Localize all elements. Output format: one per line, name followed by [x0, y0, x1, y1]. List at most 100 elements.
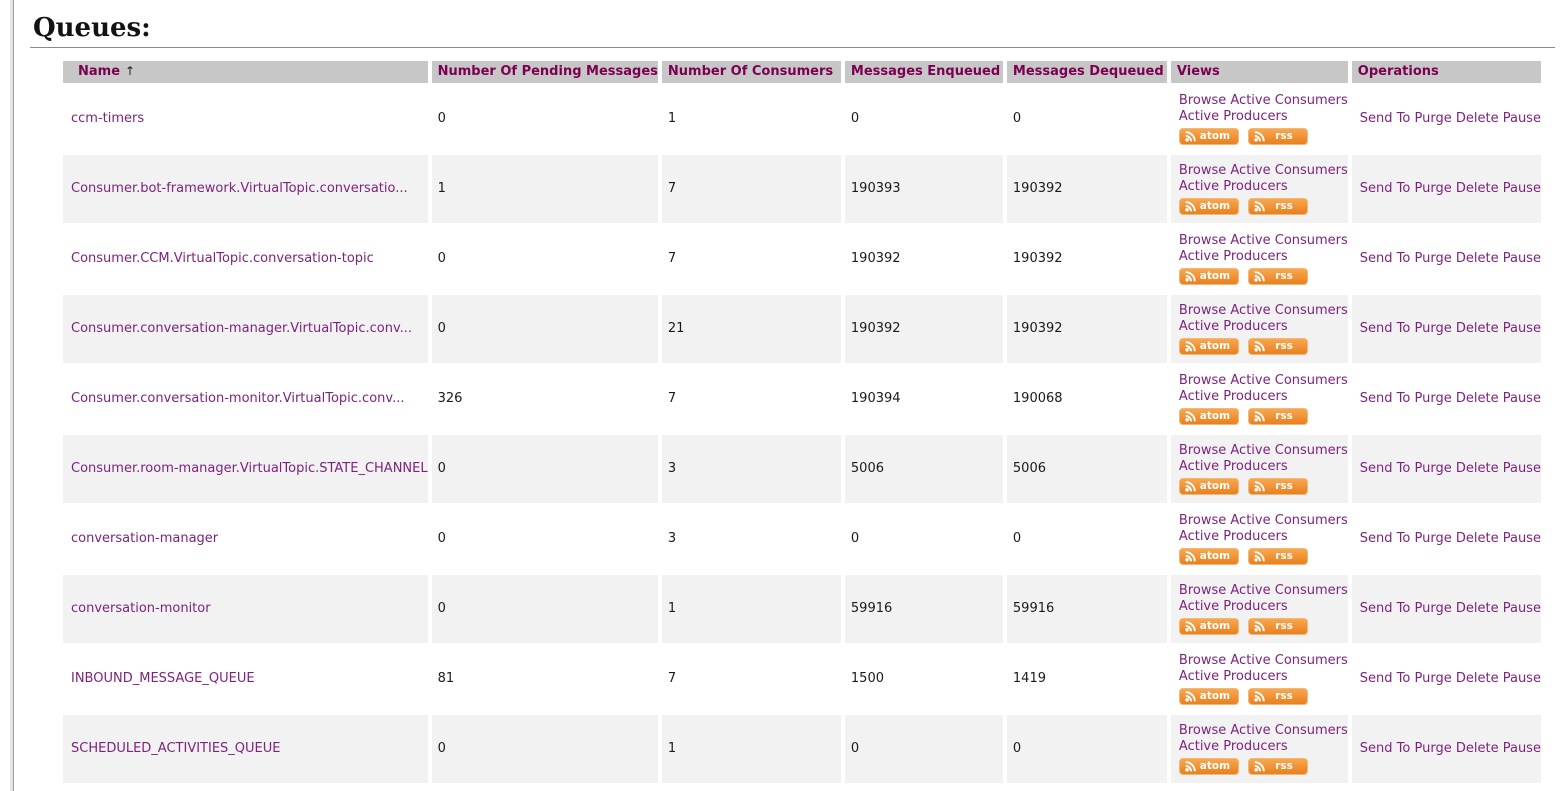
queue-name-link[interactable]: SCHEDULED_ACTIVITIES_QUEUE — [71, 741, 281, 756]
atom-feed-button[interactable]: atom — [1179, 198, 1239, 215]
send-to-link[interactable]: Send To — [1360, 741, 1411, 756]
active-consumers-link[interactable]: Active Consumers — [1230, 513, 1347, 528]
active-producers-link[interactable]: Active Producers — [1179, 669, 1288, 684]
atom-feed-button[interactable]: atom — [1179, 758, 1239, 775]
active-consumers-link[interactable]: Active Consumers — [1230, 233, 1347, 248]
column-header-name[interactable]: Name↑ — [63, 61, 428, 83]
atom-feed-button[interactable]: atom — [1179, 478, 1239, 495]
browse-link[interactable]: Browse — [1179, 583, 1226, 598]
send-to-link[interactable]: Send To — [1360, 531, 1411, 546]
delete-link[interactable]: Delete — [1456, 391, 1499, 406]
queue-name-link[interactable]: ccm-timers — [71, 111, 144, 126]
pause-link[interactable]: Pause — [1503, 531, 1541, 546]
atom-feed-button[interactable]: atom — [1179, 408, 1239, 425]
active-producers-link[interactable]: Active Producers — [1179, 739, 1288, 754]
rss-feed-button[interactable]: rss — [1248, 618, 1308, 635]
pause-link[interactable]: Pause — [1503, 461, 1541, 476]
purge-link[interactable]: Purge — [1415, 461, 1452, 476]
delete-link[interactable]: Delete — [1456, 531, 1499, 546]
queue-name-link[interactable]: Consumer.conversation-manager.VirtualTop… — [71, 321, 412, 336]
delete-link[interactable]: Delete — [1456, 461, 1499, 476]
active-producers-link[interactable]: Active Producers — [1179, 529, 1288, 544]
rss-feed-button[interactable]: rss — [1248, 338, 1308, 355]
pause-link[interactable]: Pause — [1503, 671, 1541, 686]
atom-feed-button[interactable]: atom — [1179, 618, 1239, 635]
atom-feed-button[interactable]: atom — [1179, 548, 1239, 565]
pause-link[interactable]: Pause — [1503, 111, 1541, 126]
send-to-link[interactable]: Send To — [1360, 601, 1411, 616]
send-to-link[interactable]: Send To — [1360, 461, 1411, 476]
active-producers-link[interactable]: Active Producers — [1179, 249, 1288, 264]
active-producers-link[interactable]: Active Producers — [1179, 109, 1288, 124]
rss-feed-button[interactable]: rss — [1248, 548, 1308, 565]
delete-link[interactable]: Delete — [1456, 251, 1499, 266]
delete-link[interactable]: Delete — [1456, 741, 1499, 756]
active-consumers-link[interactable]: Active Consumers — [1230, 93, 1347, 108]
queue-name-link[interactable]: Consumer.conversation-monitor.VirtualTop… — [71, 391, 404, 406]
browse-link[interactable]: Browse — [1179, 303, 1226, 318]
purge-link[interactable]: Purge — [1415, 391, 1452, 406]
rss-feed-button[interactable]: rss — [1248, 198, 1308, 215]
active-consumers-link[interactable]: Active Consumers — [1230, 723, 1347, 738]
active-consumers-link[interactable]: Active Consumers — [1230, 303, 1347, 318]
purge-link[interactable]: Purge — [1415, 321, 1452, 336]
send-to-link[interactable]: Send To — [1360, 181, 1411, 196]
active-producers-link[interactable]: Active Producers — [1179, 599, 1288, 614]
atom-feed-button[interactable]: atom — [1179, 128, 1239, 145]
purge-link[interactable]: Purge — [1415, 111, 1452, 126]
rss-feed-button[interactable]: rss — [1248, 688, 1308, 705]
purge-link[interactable]: Purge — [1415, 181, 1452, 196]
atom-feed-button[interactable]: atom — [1179, 688, 1239, 705]
active-consumers-link[interactable]: Active Consumers — [1230, 583, 1347, 598]
pause-link[interactable]: Pause — [1503, 181, 1541, 196]
send-to-link[interactable]: Send To — [1360, 391, 1411, 406]
pause-link[interactable]: Pause — [1503, 391, 1541, 406]
queue-name-link[interactable]: Consumer.bot-framework.VirtualTopic.conv… — [71, 181, 408, 196]
browse-link[interactable]: Browse — [1179, 723, 1226, 738]
delete-link[interactable]: Delete — [1456, 671, 1499, 686]
pause-link[interactable]: Pause — [1503, 251, 1541, 266]
browse-link[interactable]: Browse — [1179, 233, 1226, 248]
pause-link[interactable]: Pause — [1503, 321, 1541, 336]
browse-link[interactable]: Browse — [1179, 513, 1226, 528]
purge-link[interactable]: Purge — [1415, 251, 1452, 266]
active-consumers-link[interactable]: Active Consumers — [1230, 443, 1347, 458]
delete-link[interactable]: Delete — [1456, 181, 1499, 196]
active-consumers-link[interactable]: Active Consumers — [1230, 373, 1347, 388]
purge-link[interactable]: Purge — [1415, 741, 1452, 756]
browse-link[interactable]: Browse — [1179, 163, 1226, 178]
browse-link[interactable]: Browse — [1179, 373, 1226, 388]
delete-link[interactable]: Delete — [1456, 601, 1499, 616]
atom-feed-button[interactable]: atom — [1179, 338, 1239, 355]
active-producers-link[interactable]: Active Producers — [1179, 459, 1288, 474]
queue-name-link[interactable]: conversation-manager — [71, 531, 218, 546]
active-producers-link[interactable]: Active Producers — [1179, 179, 1288, 194]
active-producers-link[interactable]: Active Producers — [1179, 319, 1288, 334]
rss-feed-button[interactable]: rss — [1248, 128, 1308, 145]
browse-link[interactable]: Browse — [1179, 93, 1226, 108]
purge-link[interactable]: Purge — [1415, 531, 1452, 546]
rss-feed-button[interactable]: rss — [1248, 758, 1308, 775]
send-to-link[interactable]: Send To — [1360, 671, 1411, 686]
atom-feed-button[interactable]: atom — [1179, 268, 1239, 285]
purge-link[interactable]: Purge — [1415, 601, 1452, 616]
pause-link[interactable]: Pause — [1503, 741, 1541, 756]
pause-link[interactable]: Pause — [1503, 601, 1541, 616]
browse-link[interactable]: Browse — [1179, 443, 1226, 458]
queue-name-link[interactable]: Consumer.CCM.VirtualTopic.conversation-t… — [71, 251, 374, 266]
purge-link[interactable]: Purge — [1415, 671, 1452, 686]
send-to-link[interactable]: Send To — [1360, 251, 1411, 266]
rss-feed-button[interactable]: rss — [1248, 408, 1308, 425]
active-consumers-link[interactable]: Active Consumers — [1230, 163, 1347, 178]
active-consumers-link[interactable]: Active Consumers — [1230, 653, 1347, 668]
queue-name-link[interactable]: INBOUND_MESSAGE_QUEUE — [71, 671, 255, 686]
active-producers-link[interactable]: Active Producers — [1179, 389, 1288, 404]
rss-feed-button[interactable]: rss — [1248, 268, 1308, 285]
send-to-link[interactable]: Send To — [1360, 321, 1411, 336]
rss-feed-button[interactable]: rss — [1248, 478, 1308, 495]
queue-name-link[interactable]: conversation-monitor — [71, 601, 211, 616]
delete-link[interactable]: Delete — [1456, 111, 1499, 126]
browse-link[interactable]: Browse — [1179, 653, 1226, 668]
queue-name-link[interactable]: Consumer.room-manager.VirtualTopic.STATE… — [71, 461, 428, 476]
send-to-link[interactable]: Send To — [1360, 111, 1411, 126]
